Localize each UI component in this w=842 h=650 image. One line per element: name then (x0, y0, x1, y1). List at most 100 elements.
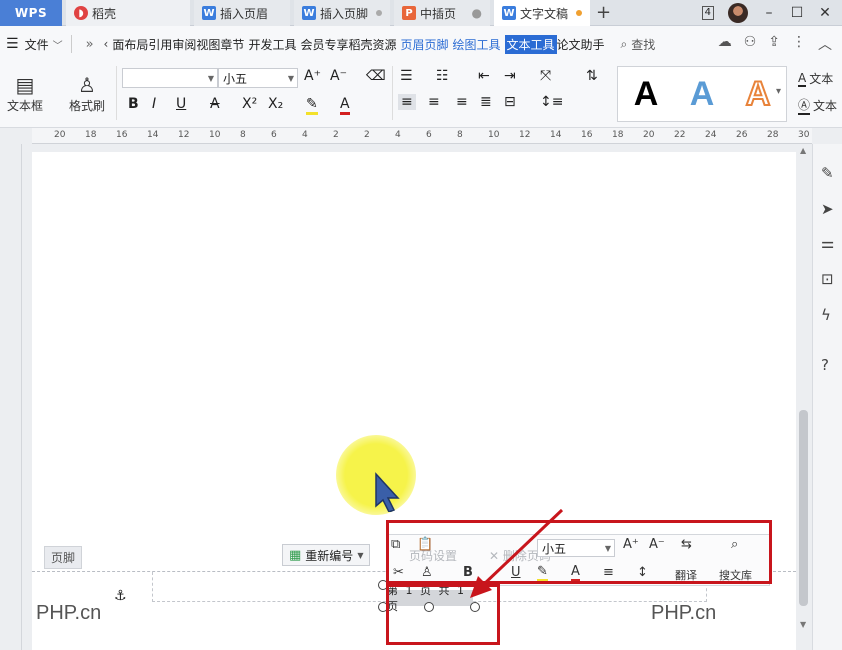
tab-current-doc[interactable]: W 文字文稿 (494, 0, 590, 26)
sliders-icon[interactable]: ⚌ (821, 234, 834, 252)
menu-item-paper-assistant[interactable]: 论文助手 (557, 36, 605, 53)
cloud-sync-icon[interactable]: ☁ (718, 34, 732, 54)
font-color-icon[interactable]: A (340, 96, 350, 115)
menu-bar: ☰ 文件 ﹀ » ‹ 面布局 引用 审阅 视图 章节 开发工具 会员专享 稻壳资… (0, 26, 842, 62)
shrink-font-icon[interactable]: A⁻ (330, 68, 347, 84)
align-left-icon[interactable]: ≡ (398, 94, 416, 110)
text-direction-icon[interactable]: ⤧ (540, 68, 551, 84)
justify-icon[interactable]: ≣ (480, 94, 492, 110)
menu-hamburger-icon[interactable]: ☰ (6, 36, 19, 52)
menu-item-text-tools[interactable]: 文本工具 (504, 34, 557, 54)
maximize-icon[interactable]: ☐ (790, 5, 804, 21)
vertical-scrollbar[interactable]: ▲ ▼ (797, 144, 811, 650)
text-outline-label: 文本 (813, 99, 838, 113)
align-right-icon[interactable]: ≡ (456, 94, 468, 110)
unsaved-dot-icon (576, 10, 582, 16)
anchor-icon[interactable]: ⚓ (114, 588, 127, 604)
minimize-icon[interactable]: – (762, 5, 776, 21)
highlight-icon[interactable]: ✎ (306, 96, 318, 115)
ruler-tick-label: 2 (333, 130, 339, 140)
unsaved-dot-icon (376, 10, 382, 16)
tab-daoke[interactable]: ◗ 稻壳 (66, 0, 190, 26)
line-spacing-icon[interactable]: ↕≡ (540, 94, 563, 110)
writer-icon: W (302, 6, 316, 20)
grow-font-icon[interactable]: A⁺ (304, 68, 321, 84)
close-window-icon[interactable]: ✕ (818, 5, 832, 21)
close-icon[interactable]: ● (472, 6, 482, 20)
font-size-select[interactable]: 小五 ▼ (218, 68, 298, 88)
avatar[interactable] (728, 3, 748, 23)
menu-item-header-footer[interactable]: 页眉页脚 (400, 36, 448, 53)
annotation-box-toolbar (386, 520, 772, 584)
ruler-tick-label: 12 (519, 130, 531, 140)
sort-icon[interactable]: ⇅ (586, 68, 598, 84)
tab-wps-home[interactable]: WPS (0, 0, 62, 26)
tab-doc-header[interactable]: W 插入页眉 (194, 0, 290, 26)
new-tab-plus-icon[interactable]: + (596, 2, 611, 23)
italic-icon[interactable]: I (152, 96, 156, 112)
ruler-tick-label: 28 (767, 130, 779, 140)
increase-indent-icon[interactable]: ⇥ (504, 68, 516, 84)
subscript-icon[interactable]: X₂ (268, 96, 283, 112)
scroll-down-icon[interactable]: ▼ (800, 620, 806, 629)
help-icon[interactable]: ? (821, 356, 829, 374)
text-fill-button[interactable]: A 文本 (798, 70, 833, 87)
right-side-panel: ✎ ➤ ⚌ ⊡ ϟ ? (812, 144, 842, 650)
menu-file[interactable]: 文件 (25, 36, 49, 53)
text-style-blue[interactable]: A (690, 75, 715, 114)
menu-right-icons: ☁ ⚇ ⇪ ⋮ ︿ (718, 34, 842, 54)
text-outline-button[interactable]: Ⓐ 文本 (798, 96, 837, 115)
numbered-list-icon[interactable]: ☷ (436, 68, 449, 84)
menu-item-reference[interactable]: 引用 (148, 36, 172, 53)
menu-item-layout[interactable]: 面布局 (112, 36, 148, 53)
menu-item-review[interactable]: 审阅 (172, 36, 196, 53)
menu-item-daoke-res[interactable]: 稻壳资源 (348, 36, 396, 53)
watermark-right: PHP.cn (651, 602, 717, 624)
decrease-indent-icon[interactable]: ⇤ (478, 68, 490, 84)
menu-item-devtools[interactable]: 开发工具 (248, 36, 296, 53)
textbox-button[interactable]: ▤ 文本框 (2, 66, 48, 120)
ruler-tick-label: 12 (178, 130, 190, 140)
horizontal-ruler[interactable]: 20 18 16 14 12 10 8 6 4 2 2 4 6 8 10 12 14 16 18 20 22 24 26 28… (32, 128, 812, 144)
search-command[interactable]: ⌕ 查找 (621, 36, 656, 53)
strikethrough-icon[interactable]: A (210, 96, 220, 112)
pen-icon[interactable]: ✎ (821, 164, 834, 182)
underline-icon[interactable]: U (176, 96, 186, 112)
font-name-select[interactable]: ▼ (122, 68, 218, 88)
text-style-orange-outline[interactable]: A (745, 74, 772, 114)
clear-format-icon[interactable]: ⌫ (366, 68, 386, 84)
image-tool-icon[interactable]: ⊡ (821, 270, 834, 288)
format-painter-button[interactable]: ♙ 格式刷 (64, 66, 110, 120)
search-icon: ⌕ (620, 36, 628, 51)
bolt-icon[interactable]: ϟ (821, 306, 831, 324)
scroll-thumb[interactable] (799, 410, 808, 606)
collaborate-icon[interactable]: ⚇ (744, 34, 757, 54)
double-chevron-icon[interactable]: » (86, 37, 94, 52)
renumber-button[interactable]: ▦ 重新编号 ▼ (282, 544, 371, 566)
distribute-icon[interactable]: ⊟ (504, 94, 516, 110)
gallery-expand-icon[interactable]: ▾ (776, 86, 781, 97)
pointer-icon[interactable]: ➤ (821, 200, 834, 218)
chevron-left-icon[interactable]: ‹ (104, 37, 109, 51)
vertical-ruler[interactable] (0, 144, 22, 650)
menu-item-chapter[interactable]: 章节 (220, 36, 244, 53)
scroll-up-icon[interactable]: ▲ (800, 146, 806, 155)
mouse-cursor-icon (375, 472, 400, 512)
chevron-down-icon[interactable]: ﹀ (53, 37, 63, 52)
more-vertical-icon[interactable]: ⋮ (792, 34, 806, 54)
share-icon[interactable]: ⇪ (768, 34, 780, 54)
window-count-badge[interactable]: 4 (701, 6, 714, 20)
bullet-list-icon[interactable]: ☰ (400, 68, 413, 84)
text-style-black[interactable]: A (634, 75, 659, 114)
align-center-icon[interactable]: ≡ (428, 94, 440, 110)
tab-presentation[interactable]: P 中插页 ● (394, 0, 490, 26)
tab-doc-footer[interactable]: W 插入页脚 (294, 0, 390, 26)
collapse-ribbon-icon[interactable]: ︿ (818, 34, 832, 54)
menu-item-view[interactable]: 视图 (196, 36, 220, 53)
bold-icon[interactable]: B (128, 96, 139, 112)
menu-item-member[interactable]: 会员专享 (300, 36, 348, 53)
superscript-icon[interactable]: X² (242, 96, 257, 112)
menu-item-drawing-tools[interactable]: 绘图工具 (453, 36, 501, 53)
writer-icon: W (502, 6, 516, 20)
format-painter-label: 格式刷 (68, 98, 105, 113)
